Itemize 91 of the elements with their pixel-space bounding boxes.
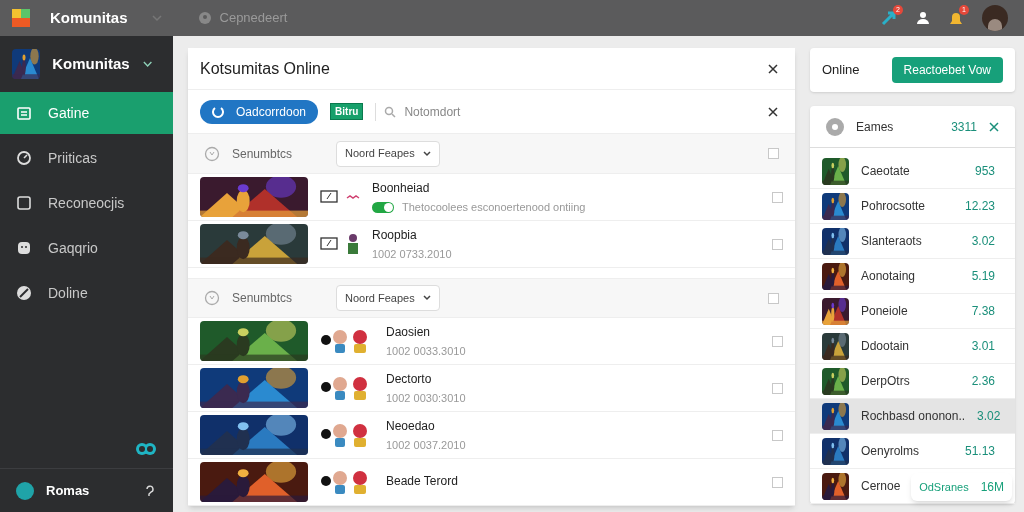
game-row[interactable]: Pohrocsotte 12.23 (810, 189, 1015, 224)
game-row[interactable]: Aonotaing 5.19 (810, 259, 1015, 294)
avatar[interactable] (982, 5, 1008, 31)
sidebar-item[interactable]: Doline (0, 272, 173, 314)
checkbox[interactable] (772, 238, 783, 250)
game-value: 2.36 (971, 373, 996, 390)
game-value: 7.38 (971, 303, 996, 320)
search-icon (384, 105, 397, 118)
close-icon[interactable] (989, 121, 999, 132)
caret-icon (422, 295, 431, 301)
slash-icon (16, 285, 32, 301)
monitor-icon (320, 237, 338, 251)
row-subtitle: 1002 0030:3010 (386, 390, 466, 406)
game-value: 5.19 (971, 268, 996, 285)
game-value: 51.13 (964, 443, 996, 460)
filter-pill[interactable]: Oadcorrdoon (200, 99, 319, 124)
filter-field[interactable]: Notomdort (404, 102, 515, 121)
game-name: Poneiole (861, 303, 908, 320)
checkbox[interactable] (772, 191, 783, 203)
close-icon (768, 63, 778, 74)
figure-icon (346, 233, 360, 255)
checkbox[interactable] (768, 292, 779, 304)
disc-icon (826, 117, 844, 136)
user-icon[interactable] (916, 11, 930, 25)
user-name: Romas (46, 481, 90, 500)
online-label: Online (822, 61, 860, 80)
square-icon (16, 195, 32, 211)
row-title: Boonheiad (372, 179, 431, 197)
list-title: Eames (856, 118, 894, 136)
refresh-icon (212, 105, 224, 118)
game-name: Caeotate (861, 163, 910, 180)
game-name: Cernoe (861, 478, 901, 495)
infinity-icon[interactable] (135, 442, 157, 456)
tag: Bitru (330, 103, 364, 120)
row-title: Dectorto (386, 370, 433, 388)
dropdown[interactable]: Noord Feapes (336, 285, 440, 311)
help-icon[interactable] (143, 483, 157, 498)
dropdown[interactable]: Noord Feapes (336, 140, 440, 167)
clipboard-icon (16, 105, 32, 121)
row-subtitle: 1002 0033.3010 (386, 343, 466, 359)
game-row[interactable]: Caeotate 953 (810, 154, 1015, 189)
row-title: Neoedao (386, 417, 436, 435)
game-name: Aonotaing (861, 268, 916, 285)
toggle-switch[interactable] (372, 201, 394, 213)
row-title: Daosien (386, 323, 432, 341)
game-name: Oenyrolms (861, 443, 919, 460)
app-logo-icon (12, 9, 30, 27)
row-subtitle: Thetocoolees esconoertenood ontiing (402, 199, 586, 215)
group-label: Senumbtcs (232, 290, 294, 307)
game-name: Slanteraots (861, 233, 922, 250)
face-icon (16, 240, 32, 256)
row-subtitle: 1002 0733.2010 (372, 246, 452, 262)
squiggle-icon (346, 194, 360, 200)
app-name: Komunitas (50, 7, 128, 28)
game-value: 3.01 (971, 338, 996, 355)
game-row[interactable]: Ddootain 3.01 (810, 329, 1015, 364)
chevron-down-icon[interactable] (141, 60, 153, 68)
checkbox[interactable] (772, 382, 783, 394)
close-icon (768, 106, 778, 117)
game-value: 3.02 (977, 408, 1002, 425)
game-row[interactable]: Poneiole 7.38 (810, 294, 1015, 329)
search-field[interactable]: Cepnedeert (219, 8, 360, 28)
sidebar-item[interactable]: Priiticas (0, 137, 173, 179)
row-subtitle: 1002 0037.2010 (386, 437, 466, 453)
row-title: Roopbia (372, 226, 418, 244)
game-name: Ddootain (861, 338, 910, 355)
game-row[interactable]: Slanteraots 3.02 (810, 224, 1015, 259)
checkbox[interactable] (768, 148, 779, 159)
list-count: 3311 (951, 118, 977, 136)
checkbox[interactable] (772, 476, 783, 488)
game-value: 12.23 (964, 198, 996, 215)
panel-title: Kotsumitas Online (200, 58, 330, 79)
sidebar-item[interactable]: Reconeocjis (0, 182, 173, 224)
sidebar-item[interactable]: Gaqqrio (0, 227, 173, 269)
game-row[interactable]: Oenyrolms 51.13 (810, 434, 1015, 469)
checkbox[interactable] (772, 335, 783, 347)
caret-icon (422, 150, 431, 157)
arrow-icon[interactable] (880, 9, 898, 27)
toast-label: OdSranes (919, 479, 969, 495)
game-value: 3.02 (971, 233, 996, 250)
group-label: Senumbtcs (232, 145, 294, 163)
game-row[interactable]: Rochbasd ononon.. 3.02 (810, 399, 1015, 434)
game-value: 953 (974, 163, 996, 180)
checkbox[interactable] (772, 429, 783, 441)
game-name: Rochbasd ononon.. (861, 408, 966, 425)
row-title: Beade Terord (386, 473, 458, 490)
monitor-icon (320, 190, 338, 204)
game-name: DerpOtrs (861, 373, 910, 390)
game-name: Pohrocsotte (861, 198, 926, 215)
toast-value: 16M (980, 479, 1004, 496)
community-name: Komunitas (52, 53, 130, 74)
